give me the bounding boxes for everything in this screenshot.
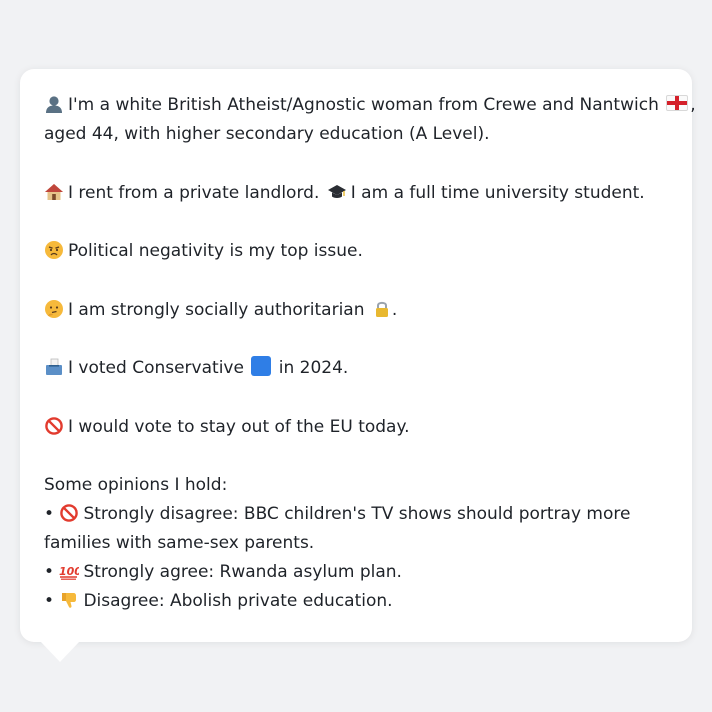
opinions-section: Some opinions I hold: • Strongly disagre…: [44, 471, 672, 616]
thinking-face-icon: [45, 299, 63, 318]
speech-bubble-tail: [40, 641, 80, 662]
opinion-item: • 100 Strongly agree: Rwanda asylum plan…: [44, 558, 672, 587]
bust-in-silhouette-icon: [46, 96, 62, 113]
hundred-points-icon: 100: [59, 565, 79, 580]
vote-paragraph: I voted Conservative in 2024.: [44, 354, 672, 383]
intro-line2: aged 44, with higher secondary education…: [44, 124, 490, 144]
social-text: I am strongly socially authoritarian: [68, 299, 365, 320]
opinion-text: Strongly agree: Rwanda asylum plan.: [83, 562, 402, 582]
opinions-heading: Some opinions I hold:: [44, 475, 228, 495]
ballot-box-icon: [46, 358, 62, 375]
angry-face-icon: [45, 241, 63, 259]
bullet: •: [44, 591, 55, 611]
prohibited-icon: [60, 504, 79, 522]
social-suffix: .: [391, 299, 398, 320]
opinion-item: • Disagree: Abolish private education.: [44, 587, 672, 616]
svg-text:100: 100: [59, 565, 79, 578]
bullet: •: [44, 562, 55, 582]
housing-student-text: I am a full time university student.: [350, 182, 645, 203]
house-icon: [45, 183, 63, 200]
intro-line1: I'm a white British Atheist/Agnostic wom…: [68, 95, 659, 115]
vote-text-after: in 2024.: [278, 358, 349, 378]
opinion-text: Strongly disagree: BBC children's TV sho…: [83, 504, 631, 524]
conservative-blue-square-icon: [251, 356, 272, 376]
social-paragraph: I am strongly socially authoritarian .: [44, 296, 672, 325]
thumbs-down-icon: [62, 593, 77, 608]
england-flag-icon: [666, 95, 689, 111]
lock-icon: [375, 301, 388, 317]
housing-rent-text: I rent from a private landlord.: [68, 182, 320, 203]
opinion-item: • Strongly disagree: BBC children's TV s…: [44, 500, 672, 529]
persona-card: I'm a white British Atheist/Agnostic wom…: [20, 69, 696, 642]
opinion-text: Disagree: Abolish private education.: [83, 591, 393, 611]
intro-line1-suffix: ,: [690, 95, 696, 115]
eu-paragraph: I would vote to stay out of the EU today…: [44, 413, 672, 442]
issue-paragraph: Political negativity is my top issue.: [44, 237, 672, 266]
bullet: •: [44, 504, 55, 524]
opinion-text-continued: families with same-sex parents.: [44, 533, 315, 553]
graduation-cap-icon: [327, 184, 346, 198]
housing-paragraph: I rent from a private landlord. I am a f…: [44, 179, 672, 208]
eu-text: I would vote to stay out of the EU today…: [68, 416, 410, 437]
vote-text-before: I voted Conservative: [68, 358, 244, 378]
prohibited-icon: [45, 416, 63, 435]
intro-paragraph: I'm a white British Atheist/Agnostic wom…: [44, 91, 696, 149]
issue-text: Political negativity is my top issue.: [68, 241, 363, 261]
